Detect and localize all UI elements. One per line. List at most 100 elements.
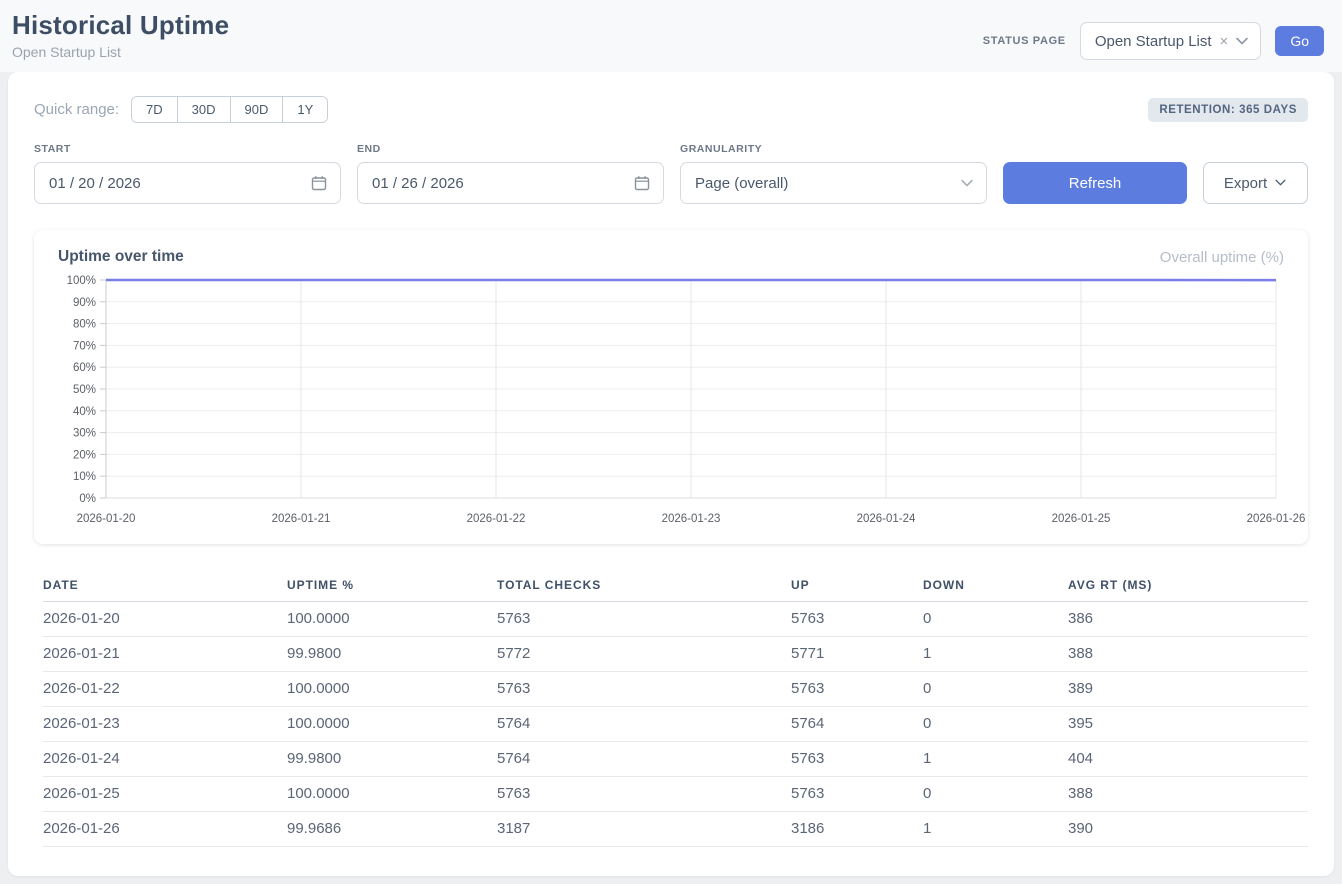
calendar-icon[interactable] — [311, 175, 327, 191]
quick-range-1y-button[interactable]: 1Y — [282, 97, 327, 122]
table-row: 2026-01-2699.9686318731861390 — [43, 812, 1308, 847]
table-cell: 395 — [1068, 707, 1308, 742]
column-header: UPTIME % — [287, 570, 497, 602]
table-cell: 388 — [1068, 777, 1308, 812]
svg-text:10%: 10% — [73, 471, 96, 483]
page-title: Historical Uptime — [12, 10, 229, 41]
table-cell: 2026-01-21 — [43, 637, 287, 672]
end-date-input[interactable]: 01 / 26 / 2026 — [357, 162, 664, 204]
quick-range-7d-button[interactable]: 7D — [132, 97, 177, 122]
quick-range-90d-button[interactable]: 90D — [230, 97, 283, 122]
table-cell: 100.0000 — [287, 672, 497, 707]
svg-text:2026-01-24: 2026-01-24 — [857, 513, 916, 525]
table-cell: 100.0000 — [287, 777, 497, 812]
end-date-field: END 01 / 26 / 2026 — [357, 143, 664, 204]
clear-selection-icon[interactable]: × — [1220, 33, 1229, 50]
refresh-button[interactable]: Refresh — [1003, 162, 1187, 204]
svg-text:2026-01-26: 2026-01-26 — [1247, 513, 1306, 525]
table-cell: 388 — [1068, 637, 1308, 672]
table-cell: 5763 — [497, 777, 791, 812]
table-row: 2026-01-2199.9800577257711388 — [43, 637, 1308, 672]
quick-range-label: Quick range: — [34, 101, 119, 118]
table-cell: 2026-01-23 — [43, 707, 287, 742]
export-button-label: Export — [1224, 175, 1267, 192]
table-cell: 5763 — [791, 672, 923, 707]
start-date-input[interactable]: 01 / 20 / 2026 — [34, 162, 341, 204]
column-header: UP — [791, 570, 923, 602]
column-header: DOWN — [923, 570, 1068, 602]
table-cell: 100.0000 — [287, 707, 497, 742]
table-cell: 5771 — [791, 637, 923, 672]
end-date-value: 01 / 26 / 2026 — [372, 175, 464, 192]
table-cell: 2026-01-26 — [43, 812, 287, 847]
table-cell: 5763 — [791, 742, 923, 777]
chart-title: Uptime over time — [58, 248, 184, 266]
daily-stats-table-wrap: DATEUPTIME %TOTAL CHECKSUPDOWNAVG RT (MS… — [34, 570, 1308, 847]
svg-text:2026-01-25: 2026-01-25 — [1052, 513, 1111, 525]
granularity-select[interactable]: Page (overall) — [680, 162, 987, 204]
quick-range-30d-button[interactable]: 30D — [177, 97, 230, 122]
table-header-row: DATEUPTIME %TOTAL CHECKSUPDOWNAVG RT (MS… — [43, 570, 1308, 602]
start-date-value: 01 / 20 / 2026 — [49, 175, 141, 192]
table-cell: 386 — [1068, 602, 1308, 637]
export-button[interactable]: Export — [1203, 162, 1308, 204]
table-cell: 5764 — [497, 742, 791, 777]
table-cell: 2026-01-22 — [43, 672, 287, 707]
table-cell: 404 — [1068, 742, 1308, 777]
svg-text:2026-01-21: 2026-01-21 — [272, 513, 331, 525]
table-cell: 2026-01-25 — [43, 777, 287, 812]
start-date-field: START 01 / 20 / 2026 — [34, 143, 341, 204]
table-cell: 1 — [923, 742, 1068, 777]
chart-legend-label: Overall uptime (%) — [1160, 249, 1284, 266]
column-header: AVG RT (MS) — [1068, 570, 1308, 602]
daily-stats-table: DATEUPTIME %TOTAL CHECKSUPDOWNAVG RT (MS… — [43, 570, 1308, 847]
svg-text:30%: 30% — [73, 428, 96, 440]
table-cell: 5763 — [497, 672, 791, 707]
status-page-selected-value: Open Startup List — [1095, 33, 1212, 50]
status-page-select[interactable]: Open Startup List × — [1080, 22, 1262, 60]
quick-range-group: 7D 30D 90D 1Y — [131, 96, 328, 123]
uptime-line-chart: 0%10%20%30%40%50%60%70%80%90%100%2026-01… — [58, 274, 1282, 530]
uptime-chart: 0%10%20%30%40%50%60%70%80%90%100%2026-01… — [58, 274, 1284, 530]
granularity-field: GRANULARITY Page (overall) — [680, 143, 987, 204]
svg-text:40%: 40% — [73, 406, 96, 418]
table-cell: 99.9800 — [287, 637, 497, 672]
svg-text:80%: 80% — [73, 319, 96, 331]
main-panel: Quick range: 7D 30D 90D 1Y RETENTION: 36… — [8, 72, 1334, 876]
table-cell: 5763 — [497, 602, 791, 637]
table-cell: 1 — [923, 812, 1068, 847]
uptime-chart-card: Uptime over time Overall uptime (%) 0%10… — [34, 230, 1308, 544]
svg-text:70%: 70% — [73, 340, 96, 352]
table-cell: 0 — [923, 602, 1068, 637]
end-label: END — [357, 143, 664, 155]
quick-range-row: Quick range: 7D 30D 90D 1Y RETENTION: 36… — [34, 96, 1308, 123]
table-row: 2026-01-22100.0000576357630389 — [43, 672, 1308, 707]
table-cell: 5763 — [791, 602, 923, 637]
go-button[interactable]: Go — [1275, 26, 1324, 56]
table-cell: 5764 — [497, 707, 791, 742]
status-page-controls: STATUS PAGE Open Startup List × Go — [983, 22, 1324, 60]
table-row: 2026-01-23100.0000576457640395 — [43, 707, 1308, 742]
chevron-down-icon — [961, 179, 973, 187]
table-cell: 2026-01-20 — [43, 602, 287, 637]
table-cell: 99.9800 — [287, 742, 497, 777]
table-cell: 389 — [1068, 672, 1308, 707]
table-cell: 1 — [923, 637, 1068, 672]
svg-text:100%: 100% — [67, 275, 96, 287]
status-page-label: STATUS PAGE — [983, 35, 1066, 47]
table-cell: 2026-01-24 — [43, 742, 287, 777]
table-cell: 390 — [1068, 812, 1308, 847]
table-cell: 0 — [923, 672, 1068, 707]
svg-text:2026-01-23: 2026-01-23 — [662, 513, 721, 525]
column-header: DATE — [43, 570, 287, 602]
top-header: Historical Uptime Open Startup List STAT… — [0, 0, 1342, 72]
table-cell: 0 — [923, 707, 1068, 742]
title-block: Historical Uptime Open Startup List — [12, 10, 229, 60]
retention-badge: RETENTION: 365 DAYS — [1148, 98, 1308, 122]
calendar-icon[interactable] — [634, 175, 650, 191]
table-cell: 3186 — [791, 812, 923, 847]
svg-text:90%: 90% — [73, 297, 96, 309]
svg-text:60%: 60% — [73, 362, 96, 374]
column-header: TOTAL CHECKS — [497, 570, 791, 602]
table-row: 2026-01-2499.9800576457631404 — [43, 742, 1308, 777]
